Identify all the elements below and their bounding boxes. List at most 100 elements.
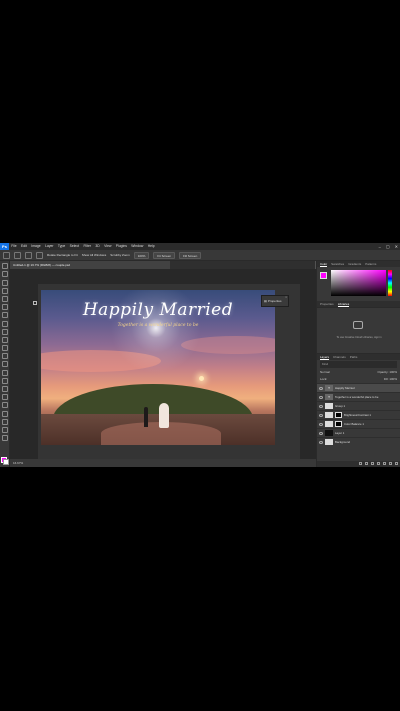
healing-brush-tool-icon[interactable] (1, 320, 8, 327)
menu-file[interactable]: File (9, 243, 19, 250)
layer-name: Together is a wonderful place to be (335, 395, 379, 399)
tab-paths[interactable]: Paths (350, 354, 358, 360)
photoshop-window: Ps File Edit Image Layer Type Select Fil… (0, 243, 400, 467)
clone-stamp-tool-icon[interactable] (1, 336, 8, 343)
history-brush-tool-icon[interactable] (1, 345, 8, 352)
visibility-eye-icon[interactable] (319, 404, 323, 408)
layer-row[interactable]: Group 1 (317, 401, 400, 410)
visibility-eye-icon[interactable] (319, 440, 323, 444)
menu-filter[interactable]: Filter (81, 243, 93, 250)
layer-name: Color Balance 1 (344, 422, 364, 426)
scrubby-zoom-option[interactable]: Scrubby Zoom (110, 253, 130, 257)
layer-row[interactable]: T Together is a wonderful place to be (317, 392, 400, 401)
menu-view[interactable]: View (102, 243, 114, 250)
layer-name: Brightness/Contrast 1 (344, 413, 371, 417)
hand-tool-icon[interactable] (1, 418, 8, 425)
brush-tool-icon[interactable] (1, 328, 8, 335)
status-bar: 16.67% (10, 459, 316, 467)
new-group-icon[interactable] (383, 462, 386, 465)
fx-icon[interactable] (365, 462, 368, 465)
lasso-tool-icon[interactable] (1, 279, 8, 286)
menu-window[interactable]: Window (129, 243, 145, 250)
menu-bar: Ps File Edit Image Layer Type Select Fil… (0, 243, 400, 250)
opacity-field[interactable]: Opacity: 100% (377, 369, 397, 376)
properties-panel-collapsed[interactable]: ▤ Properties × (261, 295, 289, 307)
document-tab[interactable]: Untitled-1 @ 16.7% (RGB/8) — couple.psd (10, 261, 170, 269)
layer-row[interactable]: Layer 1 (317, 428, 400, 437)
tab-channels[interactable]: Channels (333, 354, 346, 360)
link-layers-icon[interactable] (359, 462, 362, 465)
fit-screen-button[interactable]: Fit Screen (153, 251, 176, 259)
resize-windows-option[interactable]: Rotate Rectangle to Fit (47, 253, 78, 257)
shape-tool-icon[interactable] (1, 410, 8, 417)
color-panel-foreground-swatch[interactable] (320, 272, 327, 279)
show-all-windows-option[interactable]: Show All Windows (82, 253, 107, 257)
dodge-tool-icon[interactable] (1, 377, 8, 384)
minimize-button[interactable]: – (379, 243, 381, 250)
new-layer-icon[interactable] (389, 462, 392, 465)
visibility-eye-icon[interactable] (319, 386, 323, 390)
layer-name: Happily Married (335, 386, 355, 390)
eraser-tool-icon[interactable] (1, 353, 8, 360)
layer-row[interactable]: Brightness/Contrast 1 (317, 410, 400, 419)
visibility-eye-icon[interactable] (319, 395, 323, 399)
blur-tool-icon[interactable] (1, 369, 8, 376)
trash-icon[interactable] (395, 462, 398, 465)
zoom-in-icon[interactable] (25, 251, 32, 259)
background-color-swatch[interactable] (3, 459, 9, 465)
maximize-button[interactable]: ▢ (386, 243, 390, 250)
menu-plugins[interactable]: Plugins (114, 243, 130, 250)
zoom-out-icon[interactable] (36, 251, 43, 259)
cloud-libraries-icon (353, 321, 363, 329)
menu-3d[interactable]: 3D (93, 243, 102, 250)
close-icon[interactable]: × (285, 295, 287, 299)
adjustment-layer-icon[interactable] (377, 462, 380, 465)
tab-layers[interactable]: Layers (320, 354, 330, 360)
menu-layer[interactable]: Layer (43, 243, 56, 250)
home-icon[interactable] (3, 251, 10, 259)
properties-icon: ▤ (264, 299, 267, 303)
type-tool-icon[interactable] (1, 394, 8, 401)
canvas-title-text[interactable]: Happily Married (41, 300, 275, 320)
menu-edit[interactable]: Edit (19, 243, 29, 250)
menu-image[interactable]: Image (29, 243, 43, 250)
layers-footer (317, 461, 400, 467)
visibility-eye-icon[interactable] (319, 422, 323, 426)
layer-blend-row: Normal Opacity: 100% (320, 369, 397, 376)
color-picker-field[interactable] (331, 270, 386, 296)
zoom-100-button[interactable]: 100% (133, 251, 150, 259)
canvas-subtitle-text[interactable]: Together is a wonderful place to be (41, 323, 275, 328)
fill-screen-button[interactable]: Fill Screen (179, 251, 202, 259)
add-mask-icon[interactable] (371, 462, 374, 465)
move-tool-icon[interactable] (1, 263, 8, 270)
frame-tool-icon[interactable] (1, 304, 8, 311)
more-tools-icon[interactable] (1, 435, 8, 442)
hue-slider[interactable] (388, 270, 392, 296)
blend-mode-select[interactable]: Normal (320, 369, 330, 376)
visibility-eye-icon[interactable] (319, 413, 323, 417)
gradient-tool-icon[interactable] (1, 361, 8, 368)
bride-figure (159, 403, 169, 428)
fill-field[interactable]: Fill: 100% (384, 376, 397, 383)
menu-help[interactable]: Help (146, 243, 157, 250)
layer-filter-select[interactable]: Kind (320, 361, 397, 368)
quick-select-tool-icon[interactable] (1, 287, 8, 294)
visibility-eye-icon[interactable] (319, 431, 323, 435)
eyedropper-tool-icon[interactable] (1, 312, 8, 319)
tools-panel (0, 261, 10, 467)
adjustment-layer-thumbnail (325, 421, 333, 427)
pen-tool-icon[interactable] (1, 386, 8, 392)
layer-row[interactable]: Color Balance 1 (317, 419, 400, 428)
menu-select[interactable]: Select (67, 243, 81, 250)
layer-row[interactable]: Background (317, 437, 400, 446)
zoom-tool-icon[interactable] (14, 251, 21, 259)
marquee-tool-icon[interactable] (1, 271, 8, 278)
close-button[interactable]: ✕ (395, 243, 398, 250)
menu-type[interactable]: Type (56, 243, 68, 250)
crop-tool-icon[interactable] (1, 295, 8, 302)
transform-handle-icon[interactable] (33, 301, 37, 305)
layer-row[interactable]: T Happily Married (317, 383, 400, 392)
path-select-tool-icon[interactable] (1, 402, 8, 409)
zoom-tool-icon[interactable] (1, 426, 8, 433)
document-canvas[interactable]: Happily Married Together is a wonderful … (41, 290, 275, 445)
